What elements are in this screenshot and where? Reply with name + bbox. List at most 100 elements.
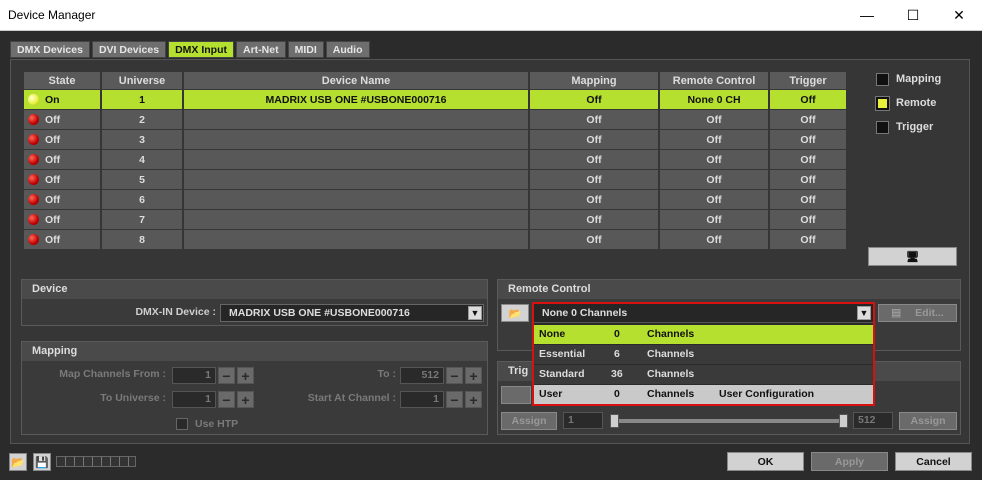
increment-button[interactable]: + [237,391,254,408]
trigger-cell[interactable]: Off [770,90,846,109]
maximize-icon[interactable]: ☐ [890,0,936,30]
state-cell[interactable]: Off [24,130,100,149]
trigger-cell[interactable]: Off [770,130,846,149]
device-name-cell[interactable] [184,170,528,189]
device-name-cell[interactable] [184,150,528,169]
dropdown-option-none[interactable]: None 0 Channels [534,325,873,344]
open-file-button[interactable]: 📂 [501,304,529,322]
decrement-button[interactable]: − [218,391,235,408]
table-row[interactable]: Off 6 Off Off Off [24,190,846,209]
increment-button[interactable]: + [465,367,482,384]
table-row[interactable]: Off 2 Off Off Off [24,110,846,129]
dropdown-option-standard[interactable]: Standard 36 Channels [534,365,873,384]
remote-control-cell[interactable]: Off [660,150,768,169]
trigger-cell[interactable]: Off [770,190,846,209]
assign-right-button[interactable]: Assign [899,412,957,430]
column-header-mapping[interactable]: Mapping [530,72,658,89]
mapping-cell[interactable]: Off [530,230,658,249]
device-name-cell[interactable] [184,110,528,129]
state-cell[interactable]: Off [24,210,100,229]
table-row[interactable]: Off 3 Off Off Off [24,130,846,149]
table-row[interactable]: Off 4 Off Off Off [24,150,846,169]
column-header-state[interactable]: State [24,72,100,89]
remote-control-cell[interactable]: Off [660,110,768,129]
table-row[interactable]: Off 8 Off Off Off [24,230,846,249]
trigger-cell[interactable]: Off [770,150,846,169]
state-cell[interactable]: Off [24,150,100,169]
range-from-field[interactable]: 1 [563,412,603,429]
device-name-cell[interactable] [184,210,528,229]
remote-control-dropdown[interactable]: None 0 Channels ▼ None 0 Channels Essent… [532,302,875,406]
table-row[interactable]: On 1 MADRIX USB ONE #USBONE000716 Off No… [24,90,846,109]
column-header-remote-control[interactable]: Remote Control [660,72,768,89]
device-name-cell[interactable] [184,130,528,149]
chevron-down-icon[interactable]: ▼ [857,306,871,320]
ok-button[interactable]: OK [727,452,804,471]
to-universe-field[interactable]: 1 [172,391,216,408]
trigger-cell[interactable]: Off [770,210,846,229]
remote-control-select[interactable]: None 0 Channels ▼ [534,304,873,323]
trigger-option-button[interactable] [501,386,531,404]
device-name-cell[interactable] [184,230,528,249]
column-header-device-name[interactable]: Device Name [184,72,528,89]
state-cell[interactable]: Off [24,170,100,189]
range-slider-handle-min[interactable] [610,414,619,428]
state-cell[interactable]: On [24,90,100,109]
state-cell[interactable]: Off [24,110,100,129]
tab-art-net[interactable]: Art-Net [235,41,286,58]
table-row[interactable]: Off 7 Off Off Off [24,210,846,229]
state-cell[interactable]: Off [24,190,100,209]
trigger-cell[interactable]: Off [770,110,846,129]
mapping-cell[interactable]: Off [530,210,658,229]
assign-left-button[interactable]: Assign [501,412,557,430]
column-header-universe[interactable]: Universe [102,72,182,89]
monitor-button[interactable]: 🖥 [868,247,957,266]
mapping-cell[interactable]: Off [530,170,658,189]
column-header-trigger[interactable]: Trigger [770,72,846,89]
mapping-cell[interactable]: Off [530,110,658,129]
trigger-cell[interactable]: Off [770,230,846,249]
decrement-button[interactable]: − [446,391,463,408]
device-name-cell[interactable]: MADRIX USB ONE #USBONE000716 [184,90,528,109]
mapping-cell[interactable]: Off [530,90,658,109]
dropdown-option-user[interactable]: User 0 Channels User Configuration [534,385,873,404]
tab-dmx-input[interactable]: DMX Input [168,41,234,58]
increment-button[interactable]: + [465,391,482,408]
dropdown-option-essential[interactable]: Essential 6 Channels [534,345,873,364]
mapping-cell[interactable]: Off [530,150,658,169]
cancel-button[interactable]: Cancel [895,452,972,471]
minimize-icon[interactable]: — [844,0,890,30]
decrement-button[interactable]: − [218,367,235,384]
remote-control-cell[interactable]: Off [660,190,768,209]
tab-midi[interactable]: MIDI [287,41,324,58]
map-channels-from-field[interactable]: 1 [172,367,216,384]
remote-control-cell[interactable]: Off [660,230,768,249]
device-name-cell[interactable] [184,190,528,209]
trigger-cell[interactable]: Off [770,170,846,189]
range-slider-track[interactable] [612,419,848,423]
to-channel-field[interactable]: 512 [400,367,444,384]
folder-open-icon[interactable]: 📂 [9,453,27,471]
save-icon[interactable]: 💾 [33,453,51,471]
mapping-cell[interactable]: Off [530,190,658,209]
tab-dmx-devices[interactable]: DMX Devices [10,41,90,58]
remote-control-cell[interactable]: Off [660,210,768,229]
tab-audio[interactable]: Audio [325,41,370,58]
mapping-cell[interactable]: Off [530,130,658,149]
start-at-channel-field[interactable]: 1 [400,391,444,408]
range-to-field[interactable]: 512 [853,412,893,429]
tab-dvi-devices[interactable]: DVI Devices [91,41,167,58]
state-cell[interactable]: Off [24,230,100,249]
close-icon[interactable]: ✕ [936,0,982,30]
range-slider-handle-max[interactable] [839,414,848,428]
dmx-in-device-select[interactable]: MADRIX USB ONE #USBONE000716 ▼ [220,304,484,322]
apply-button[interactable]: Apply [811,452,888,471]
increment-button[interactable]: + [237,367,254,384]
edit-button[interactable]: ▤ Edit... [878,304,957,322]
table-row[interactable]: Off 5 Off Off Off [24,170,846,189]
decrement-button[interactable]: − [446,367,463,384]
remote-control-cell[interactable]: Off [660,130,768,149]
chevron-down-icon[interactable]: ▼ [468,306,482,320]
remote-control-cell[interactable]: None 0 CH [660,90,768,109]
use-htp-checkbox[interactable] [176,418,188,430]
